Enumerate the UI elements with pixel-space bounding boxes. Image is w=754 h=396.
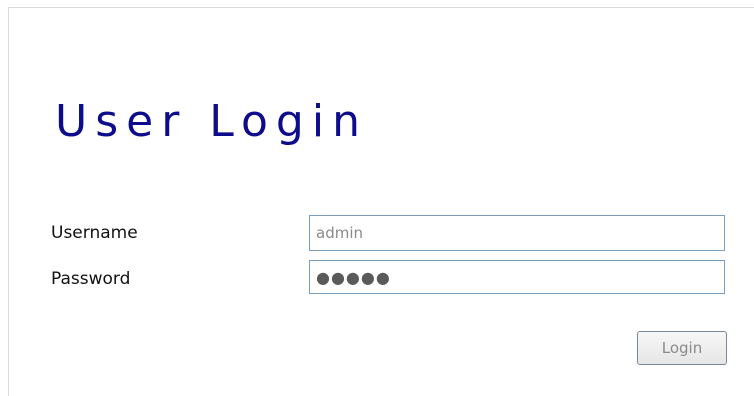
password-label: Password bbox=[51, 269, 131, 289]
username-input[interactable] bbox=[309, 215, 725, 251]
username-label: Username bbox=[51, 223, 138, 243]
login-button[interactable]: Login bbox=[637, 331, 727, 365]
password-input[interactable] bbox=[309, 260, 725, 294]
page-title: User Login bbox=[55, 96, 368, 147]
login-panel: User Login Username Password Login bbox=[8, 7, 754, 396]
